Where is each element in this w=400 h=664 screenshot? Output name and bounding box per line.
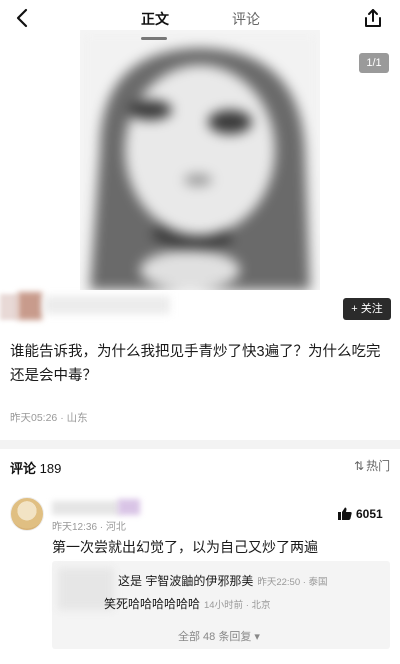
reply-text: 笑死哈哈哈哈哈哈 xyxy=(104,597,201,611)
follow-button[interactable]: + 关注 xyxy=(343,298,391,320)
reply-text: 这是 宇智波鼬的伊邪那美 xyxy=(118,574,254,588)
comments-header: 评论 189 xyxy=(10,458,61,477)
commenter-badge-blurred xyxy=(118,499,140,515)
commenter-avatar[interactable] xyxy=(10,497,44,531)
share-icon[interactable] xyxy=(362,7,384,29)
author-avatar-blurred-2[interactable] xyxy=(18,292,42,320)
post-text: 谁能告诉我，为什么我把见手青炒了快3遍了？为什么吃完还是会中毒？ xyxy=(10,344,381,384)
reply-meta: 昨天22:50 · 泰国 xyxy=(257,577,328,588)
sort-icon: ⇅ xyxy=(354,459,365,473)
commenter-name-blurred[interactable] xyxy=(52,501,120,515)
tab-comments[interactable]: 评论 xyxy=(232,9,260,29)
author-row: + 关注 xyxy=(0,290,400,326)
comment-meta: 昨天12:36 · 河北 xyxy=(52,522,126,533)
comments-count: 189 xyxy=(39,461,62,476)
back-arrow-icon[interactable] xyxy=(12,7,34,29)
sort-hot-button[interactable]: ⇅ 热门 xyxy=(354,457,390,474)
image-page-counter: 1/1 xyxy=(359,53,389,73)
post-meta: 昨天05:26 · 山东 xyxy=(10,412,88,424)
chevron-down-icon: ▾ xyxy=(254,631,260,643)
tab-main-text[interactable]: 正文 xyxy=(141,9,169,29)
reply-meta: 14小时前 · 北京 xyxy=(204,600,271,611)
like-count: 6051 xyxy=(356,507,383,521)
author-avatar-blurred[interactable] xyxy=(0,294,18,320)
view-all-replies-link[interactable]: 全部 48 条回复 ▾ xyxy=(178,628,260,644)
comments-label: 评论 xyxy=(10,461,37,476)
reply-item[interactable]: 笑死哈哈哈哈哈哈 14小时前 · 北京 xyxy=(104,595,271,612)
post-image[interactable] xyxy=(80,30,320,290)
like-button[interactable]: 6051 xyxy=(338,507,383,521)
section-divider xyxy=(0,440,400,449)
view-all-label: 全部 48 条回复 xyxy=(178,631,252,643)
sort-label: 热门 xyxy=(366,459,391,473)
reply-item[interactable]: 这是 宇智波鼬的伊邪那美 昨天22:50 · 泰国 xyxy=(118,572,328,589)
drag-handle[interactable] xyxy=(141,37,167,40)
blurred-face-image xyxy=(80,30,320,290)
comment-text: 第一次尝就出幻觉了，以为自己又炒了两遍 xyxy=(52,539,318,555)
author-name-blurred[interactable] xyxy=(44,296,170,314)
thumbs-up-icon xyxy=(338,507,352,520)
